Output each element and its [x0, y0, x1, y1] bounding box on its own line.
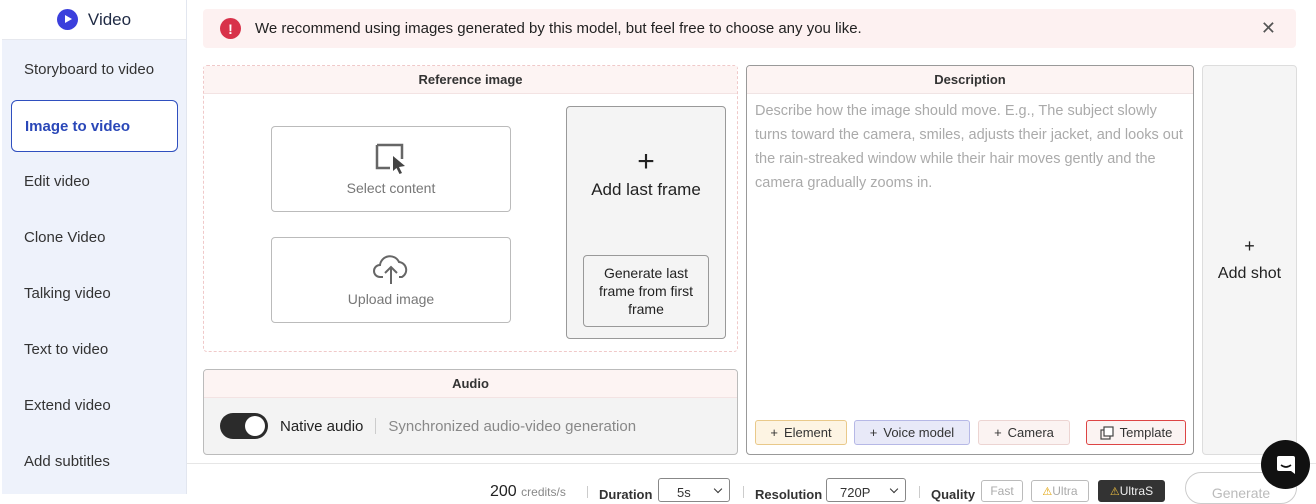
duration-select[interactable]: 5s — [658, 478, 730, 502]
quality-ultras-label: UltraS — [1119, 484, 1154, 498]
sidebar-item-text-to-video[interactable]: Text to video — [24, 341, 108, 358]
add-last-frame-label: Add last frame — [591, 180, 701, 199]
sidebar-title: Video — [87, 9, 132, 29]
add-shot-button[interactable]: + Add shot — [1202, 65, 1297, 455]
quality-fast-button[interactable]: Fast — [981, 480, 1023, 502]
audio-panel: Audio Native audio Synchronized audio-vi… — [203, 369, 738, 455]
divider — [743, 486, 744, 498]
quality-label: Quality — [931, 487, 976, 502]
duration-value: 5s — [677, 485, 691, 500]
template-chip[interactable]: Template — [1086, 420, 1186, 445]
sidebar-item-storyboard-to-video[interactable]: Storyboard to video — [24, 61, 154, 78]
upload-image-label: Upload image — [347, 291, 435, 307]
duration-label: Duration — [599, 487, 653, 502]
voice-model-chip-label: Voice model — [883, 425, 955, 440]
sidebar-item-clone-video[interactable]: Clone Video — [24, 229, 105, 246]
alert-text: We recommend using images generated by t… — [255, 20, 862, 37]
description-panel[interactable]: Description Describe how the image shoul… — [746, 65, 1194, 455]
reference-image-panel: Reference image Select content Upload im… — [203, 65, 738, 352]
plus-icon: + — [869, 425, 878, 440]
chat-icon — [1276, 455, 1295, 474]
sidebar-header: Video — [2, 0, 186, 40]
plus-icon: + — [637, 145, 655, 178]
select-content-button[interactable]: Select content — [271, 126, 511, 212]
plus-icon: + — [770, 425, 778, 440]
chevron-down-icon — [713, 484, 723, 494]
audio-description: Synchronized audio-video generation — [388, 417, 637, 435]
resolution-value: 720P — [840, 485, 871, 500]
description-title: Description — [747, 66, 1193, 94]
divider — [919, 486, 920, 498]
camera-chip[interactable]: + Camera — [978, 420, 1070, 445]
divider — [587, 486, 588, 498]
play-logo-icon — [56, 9, 78, 30]
template-icon — [1100, 425, 1114, 440]
cloud-upload-icon — [373, 255, 408, 284]
alert-banner: ! We recommend using images generated by… — [203, 9, 1296, 48]
element-chip[interactable]: + Element — [755, 420, 847, 445]
resolution-label: Resolution — [755, 487, 823, 502]
warning-icon: ⚠ — [1042, 485, 1053, 498]
upload-image-button[interactable]: Upload image — [271, 237, 511, 323]
bottom-bar: 200 credits/s Duration 5s Resolution 720… — [187, 463, 1316, 504]
quality-ultras-button[interactable]: ⚠ UltraS — [1098, 480, 1165, 502]
resolution-select[interactable]: 720P — [826, 478, 906, 502]
exclamation-icon: ! — [220, 18, 241, 39]
audio-row: Native audio Synchronized audio-video ge… — [220, 413, 636, 439]
template-chip-label: Template — [1119, 425, 1173, 440]
chat-support-button[interactable] — [1261, 440, 1310, 489]
plus-icon: + — [994, 425, 1002, 440]
voice-model-chip[interactable]: + Voice model — [854, 420, 970, 445]
plus-icon: + — [1244, 236, 1255, 256]
camera-chip-label: Camera — [1007, 425, 1054, 440]
divider — [375, 418, 377, 434]
close-icon[interactable]: ✕ — [1261, 18, 1276, 39]
add-shot-label: Add shot — [1217, 265, 1282, 282]
native-audio-toggle[interactable] — [220, 413, 268, 439]
quality-ultra-label: Ultra — [1052, 484, 1078, 498]
audio-title: Audio — [204, 370, 737, 398]
native-audio-label: Native audio — [280, 417, 364, 435]
warning-icon: ⚠ — [1109, 485, 1120, 498]
element-chip-label: Element — [783, 425, 832, 440]
sidebar-item-add-subtitles[interactable]: Add subtitles — [24, 453, 110, 470]
sidebar-item-edit-video[interactable]: Edit video — [24, 173, 90, 190]
add-last-frame-button[interactable]: + Add last frame Generate last frame fro… — [566, 106, 726, 339]
sidebar-item-talking-video[interactable]: Talking video — [24, 285, 111, 302]
sidebar-item-extend-video[interactable]: Extend video — [24, 397, 111, 414]
sidebar: Video Storyboard to video Image to video… — [2, 0, 187, 494]
description-input[interactable]: Describe how the image should move. E.g.… — [755, 99, 1185, 195]
credits-unit: credits/s — [521, 485, 566, 499]
select-content-label: Select content — [346, 180, 436, 196]
chevron-down-icon — [889, 484, 899, 494]
credits-value: 200 — [490, 483, 517, 500]
credits-readout: 200 credits/s — [490, 483, 566, 501]
generate-last-frame-button[interactable]: Generate last frame from first frame — [583, 255, 709, 327]
cursor-select-icon — [375, 143, 405, 174]
reference-image-title: Reference image — [204, 66, 737, 94]
quality-ultra-button[interactable]: ⚠ Ultra — [1031, 480, 1089, 502]
sidebar-item-image-to-video[interactable]: Image to video — [11, 100, 178, 152]
